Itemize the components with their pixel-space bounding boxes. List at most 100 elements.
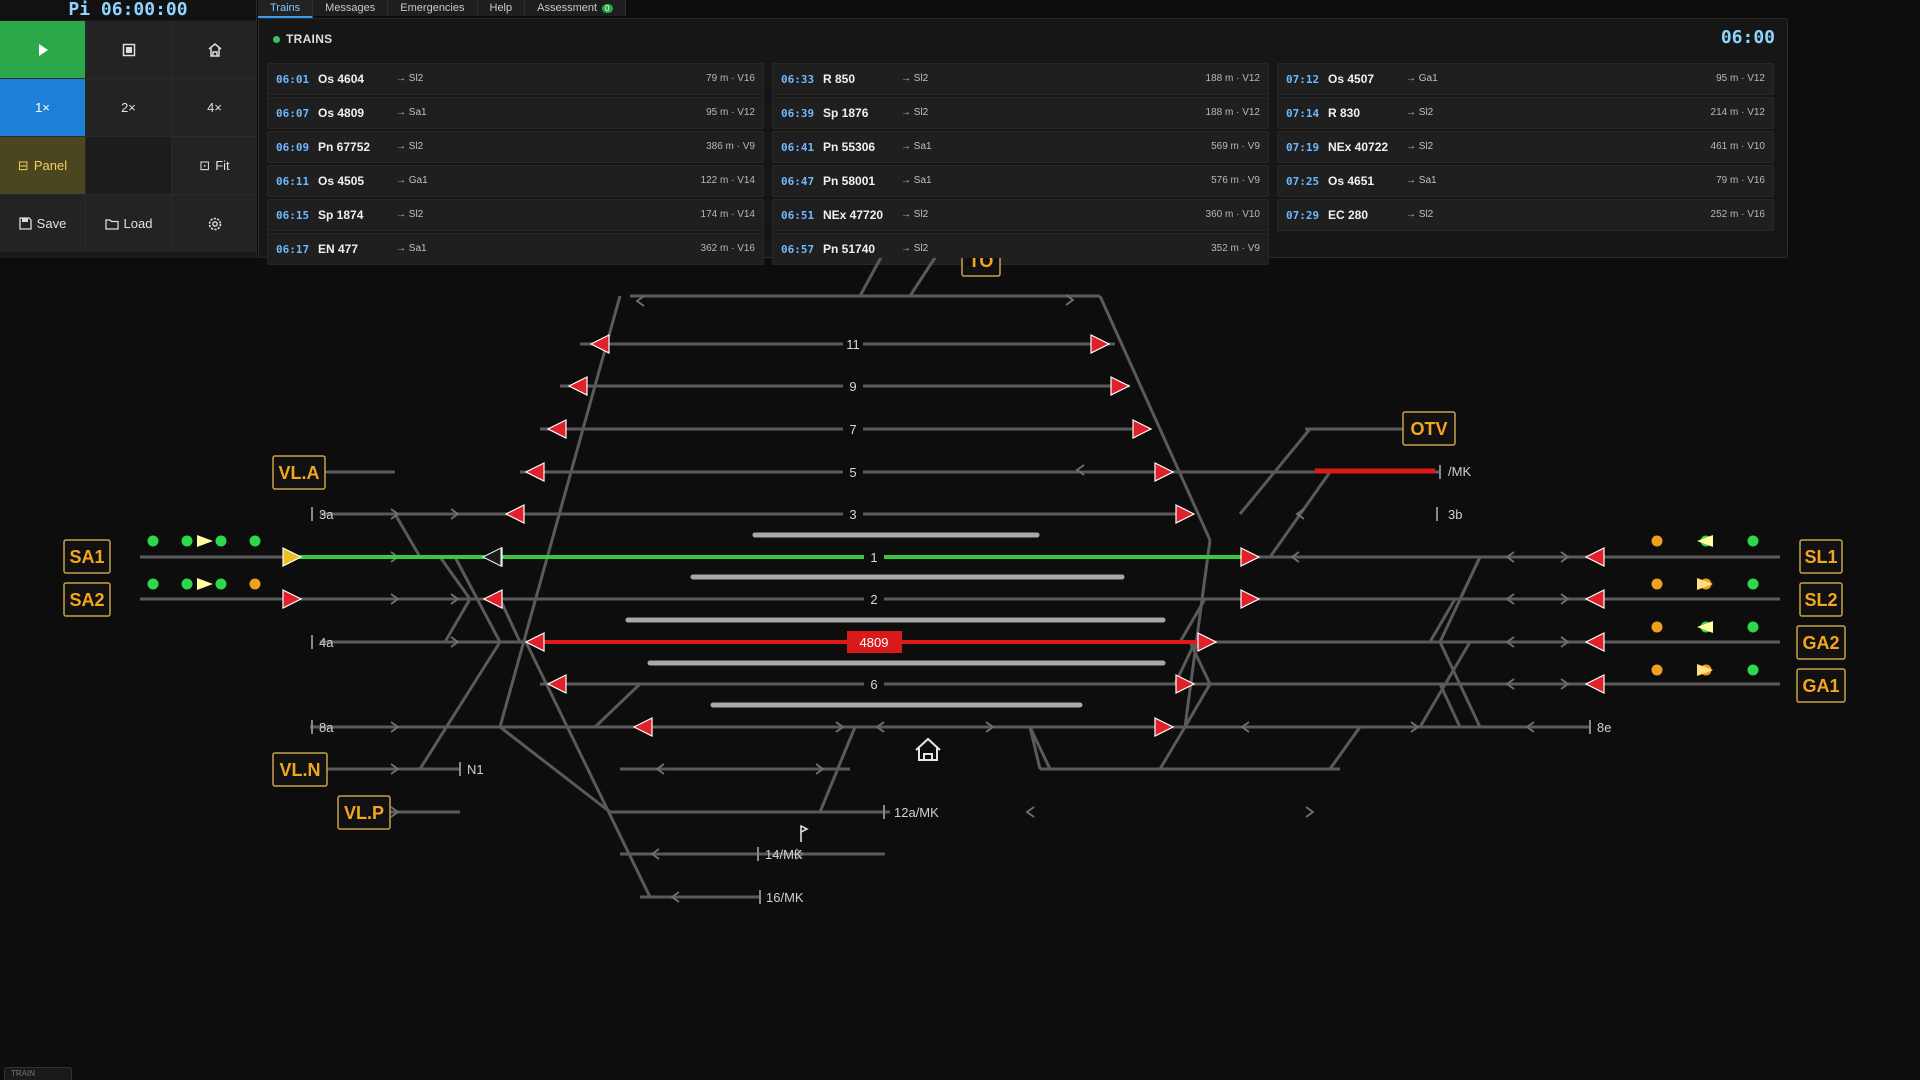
station-sl1[interactable]: SL1 xyxy=(1799,539,1843,574)
tab-emergencies[interactable]: Emergencies xyxy=(388,0,478,16)
signal-icon[interactable] xyxy=(1584,674,1605,694)
station-vlp[interactable]: VL.P xyxy=(337,795,391,830)
station-ga1[interactable]: GA1 xyxy=(1796,668,1846,703)
signal-icon[interactable] xyxy=(481,547,502,567)
station-vln[interactable]: VL.N xyxy=(272,752,328,787)
train-row[interactable]: 06:51 NEx 47720 → Sl2 360 m · V10 xyxy=(772,199,1269,231)
track-label: 12a/MK xyxy=(894,805,939,820)
train-column: 06:01 Os 4604 → Sl2 79 m · V16 06:07 Os 4809 →… xyxy=(267,63,764,265)
train-row[interactable]: 07:25 Os 4651 → Sa1 79 m · V16 xyxy=(1277,165,1774,197)
signal-lamp xyxy=(215,578,227,590)
train-row[interactable]: 06:15 Sp 1874 → Sl2 174 m · V14 xyxy=(267,199,764,231)
play-button[interactable] xyxy=(0,21,85,78)
train-info: 188 m · V12 xyxy=(1205,73,1260,84)
train-row[interactable]: 06:09 Pn 67752 → Sl2 386 m · V9 xyxy=(267,131,764,163)
train-row[interactable]: 06:33 R 850 → Sl2 188 m · V12 xyxy=(772,63,1269,95)
signal-icon[interactable] xyxy=(282,589,303,609)
train-info: 79 m · V16 xyxy=(706,73,755,84)
signal-icon[interactable] xyxy=(282,547,303,567)
train-time: 07:12 xyxy=(1286,73,1320,86)
track-map[interactable]: 4809 11 9 7 5 3 1 2 6 3a 4a 8a 3b 8e/MK N1 12a/MK 14/MK… xyxy=(0,258,1920,1080)
signal-icon[interactable] xyxy=(1175,504,1196,524)
track-diagonal xyxy=(593,682,642,729)
signal-lamp xyxy=(249,578,261,590)
signal-icon[interactable] xyxy=(1584,632,1605,652)
train-name: Sp 1874 xyxy=(318,208,364,222)
signal-icon[interactable] xyxy=(524,462,545,482)
train-row[interactable]: 07:19 NEx 40722 → Sl2 461 m · V10 xyxy=(1277,131,1774,163)
station-sa1[interactable]: SA1 xyxy=(63,539,111,574)
station-label: VL.A xyxy=(278,463,319,483)
speed-4x-button[interactable]: 4× xyxy=(172,79,257,136)
signal-icon[interactable] xyxy=(1197,632,1218,652)
status-dot-icon xyxy=(273,35,280,43)
train-time: 06:07 xyxy=(276,107,310,120)
minimap-tab[interactable]: TRAIN xyxy=(4,1067,72,1080)
station-home-button[interactable] xyxy=(172,21,257,78)
save-button[interactable]: Save xyxy=(0,195,85,252)
track-label: N1 xyxy=(467,762,484,777)
tab-messages[interactable]: Messages xyxy=(313,0,389,16)
load-button[interactable]: Load xyxy=(86,195,171,252)
panel-toggle-button[interactable]: ⊟ Panel xyxy=(0,137,85,194)
train-row[interactable]: 06:41 Pn 55306 → Sa1 569 m · V9 xyxy=(772,131,1269,163)
panel-icon: ⊟ xyxy=(17,157,29,173)
train-name: Sp 1876 xyxy=(823,106,869,120)
train-row[interactable]: 07:14 R 830 → Sl2 214 m · V12 xyxy=(1277,97,1774,129)
signal-icon[interactable] xyxy=(1132,419,1153,439)
train-row[interactable]: 06:07 Os 4809 → Sa1 95 m · V12 xyxy=(267,97,764,129)
signal-icon[interactable] xyxy=(504,504,525,524)
signal-icon[interactable] xyxy=(1240,589,1261,609)
train-column: 07:12 Os 4507 → Ga1 95 m · V12 07:14 R 830 → S… xyxy=(1277,63,1774,265)
signal-icon[interactable] xyxy=(1584,547,1605,567)
track-label: 16/MK xyxy=(766,890,804,905)
signal-icon[interactable] xyxy=(1154,717,1175,737)
train-name: NEx 47720 xyxy=(823,208,884,222)
train-row[interactable]: 07:29 EC 280 → Sl2 252 m · V16 xyxy=(1277,199,1774,231)
train-time: 07:29 xyxy=(1286,209,1320,222)
speed-2x-button[interactable]: 2× xyxy=(86,79,171,136)
signal-icon[interactable] xyxy=(546,419,567,439)
tab-help[interactable]: Help xyxy=(477,0,526,16)
stop-button[interactable] xyxy=(86,21,171,78)
station-sl2[interactable]: SL2 xyxy=(1799,582,1843,617)
signal-icon[interactable] xyxy=(567,376,588,396)
train-row[interactable]: 07:12 Os 4507 → Ga1 95 m · V12 xyxy=(1277,63,1774,95)
station-otv[interactable]: OTV xyxy=(1402,411,1456,446)
tab-trains[interactable]: Trains xyxy=(258,0,314,18)
train-row[interactable]: 06:39 Sp 1876 → Sl2 188 m · V12 xyxy=(772,97,1269,129)
train-name: EC 280 xyxy=(1328,208,1369,222)
station-vla[interactable]: VL.A xyxy=(272,455,326,490)
settings-button[interactable] xyxy=(172,195,257,252)
signal-icon[interactable] xyxy=(589,334,610,354)
signal-icon[interactable] xyxy=(1090,334,1111,354)
signal-icon[interactable] xyxy=(1154,462,1175,482)
train-row[interactable]: 06:11 Os 4505 → Ga1 122 m · V14 xyxy=(267,165,764,197)
signal-lamp xyxy=(1747,664,1759,676)
speed-1x-button[interactable]: 1× xyxy=(0,79,85,136)
fit-button[interactable]: ⊡ Fit xyxy=(172,137,257,194)
station-sa2[interactable]: SA2 xyxy=(63,582,111,617)
track-diagonal xyxy=(443,598,472,643)
train-time: 06:39 xyxy=(781,107,815,120)
station-ga2[interactable]: GA2 xyxy=(1796,625,1846,660)
train-info: 214 m · V12 xyxy=(1710,107,1765,118)
train-4809[interactable]: 4809 xyxy=(847,631,902,653)
station-label: SL1 xyxy=(1804,547,1837,567)
signal-icon[interactable] xyxy=(482,589,503,609)
signal-icon[interactable] xyxy=(1110,376,1131,396)
tab-assessment[interactable]: Assessment 0 xyxy=(525,0,626,16)
signal-icon[interactable] xyxy=(1240,547,1261,567)
station-building-icon[interactable] xyxy=(915,737,941,761)
signal-lamp xyxy=(1747,578,1759,590)
train-info: 461 m · V10 xyxy=(1710,141,1765,152)
train-time: 06:11 xyxy=(276,175,310,188)
signal-icon[interactable] xyxy=(1584,589,1605,609)
train-row[interactable]: 06:47 Pn 58001 → Sa1 576 m · V9 xyxy=(772,165,1269,197)
train-row[interactable]: 06:01 Os 4604 → Sl2 79 m · V16 xyxy=(267,63,764,95)
track-label: 1 xyxy=(870,550,877,565)
shunt-arrow-icon xyxy=(197,535,213,547)
track-label: 6 xyxy=(870,677,877,692)
signal-icon[interactable] xyxy=(632,717,653,737)
station-to[interactable]: TO xyxy=(961,258,1001,277)
